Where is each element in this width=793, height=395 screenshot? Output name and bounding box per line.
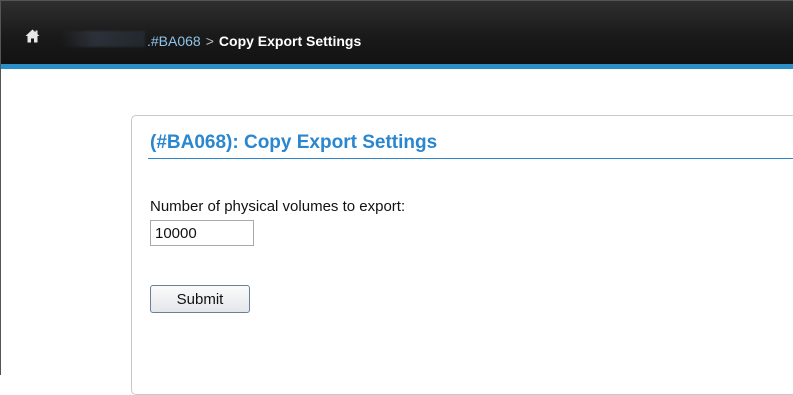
volumes-field-label: Number of physical volumes to export: (150, 198, 406, 215)
breadcrumb-separator: > (205, 33, 214, 49)
physical-volumes-input[interactable] (150, 220, 254, 246)
page-title: (#BA068): Copy Export Settings (150, 132, 438, 153)
obscured-breadcrumb-text (61, 31, 145, 47)
breadcrumb: .#BA068 > Copy Export Settings (147, 33, 361, 49)
home-icon[interactable] (25, 29, 40, 43)
submit-button[interactable]: Submit (150, 285, 250, 313)
breadcrumb-current-page: Copy Export Settings (218, 33, 362, 49)
top-navigation-bar: .#BA068 > Copy Export Settings (1, 1, 793, 69)
settings-panel: (#BA068): Copy Export Settings Number of… (131, 115, 793, 395)
title-divider (148, 158, 793, 159)
breadcrumb-parent-link[interactable]: .#BA068 (147, 33, 201, 49)
